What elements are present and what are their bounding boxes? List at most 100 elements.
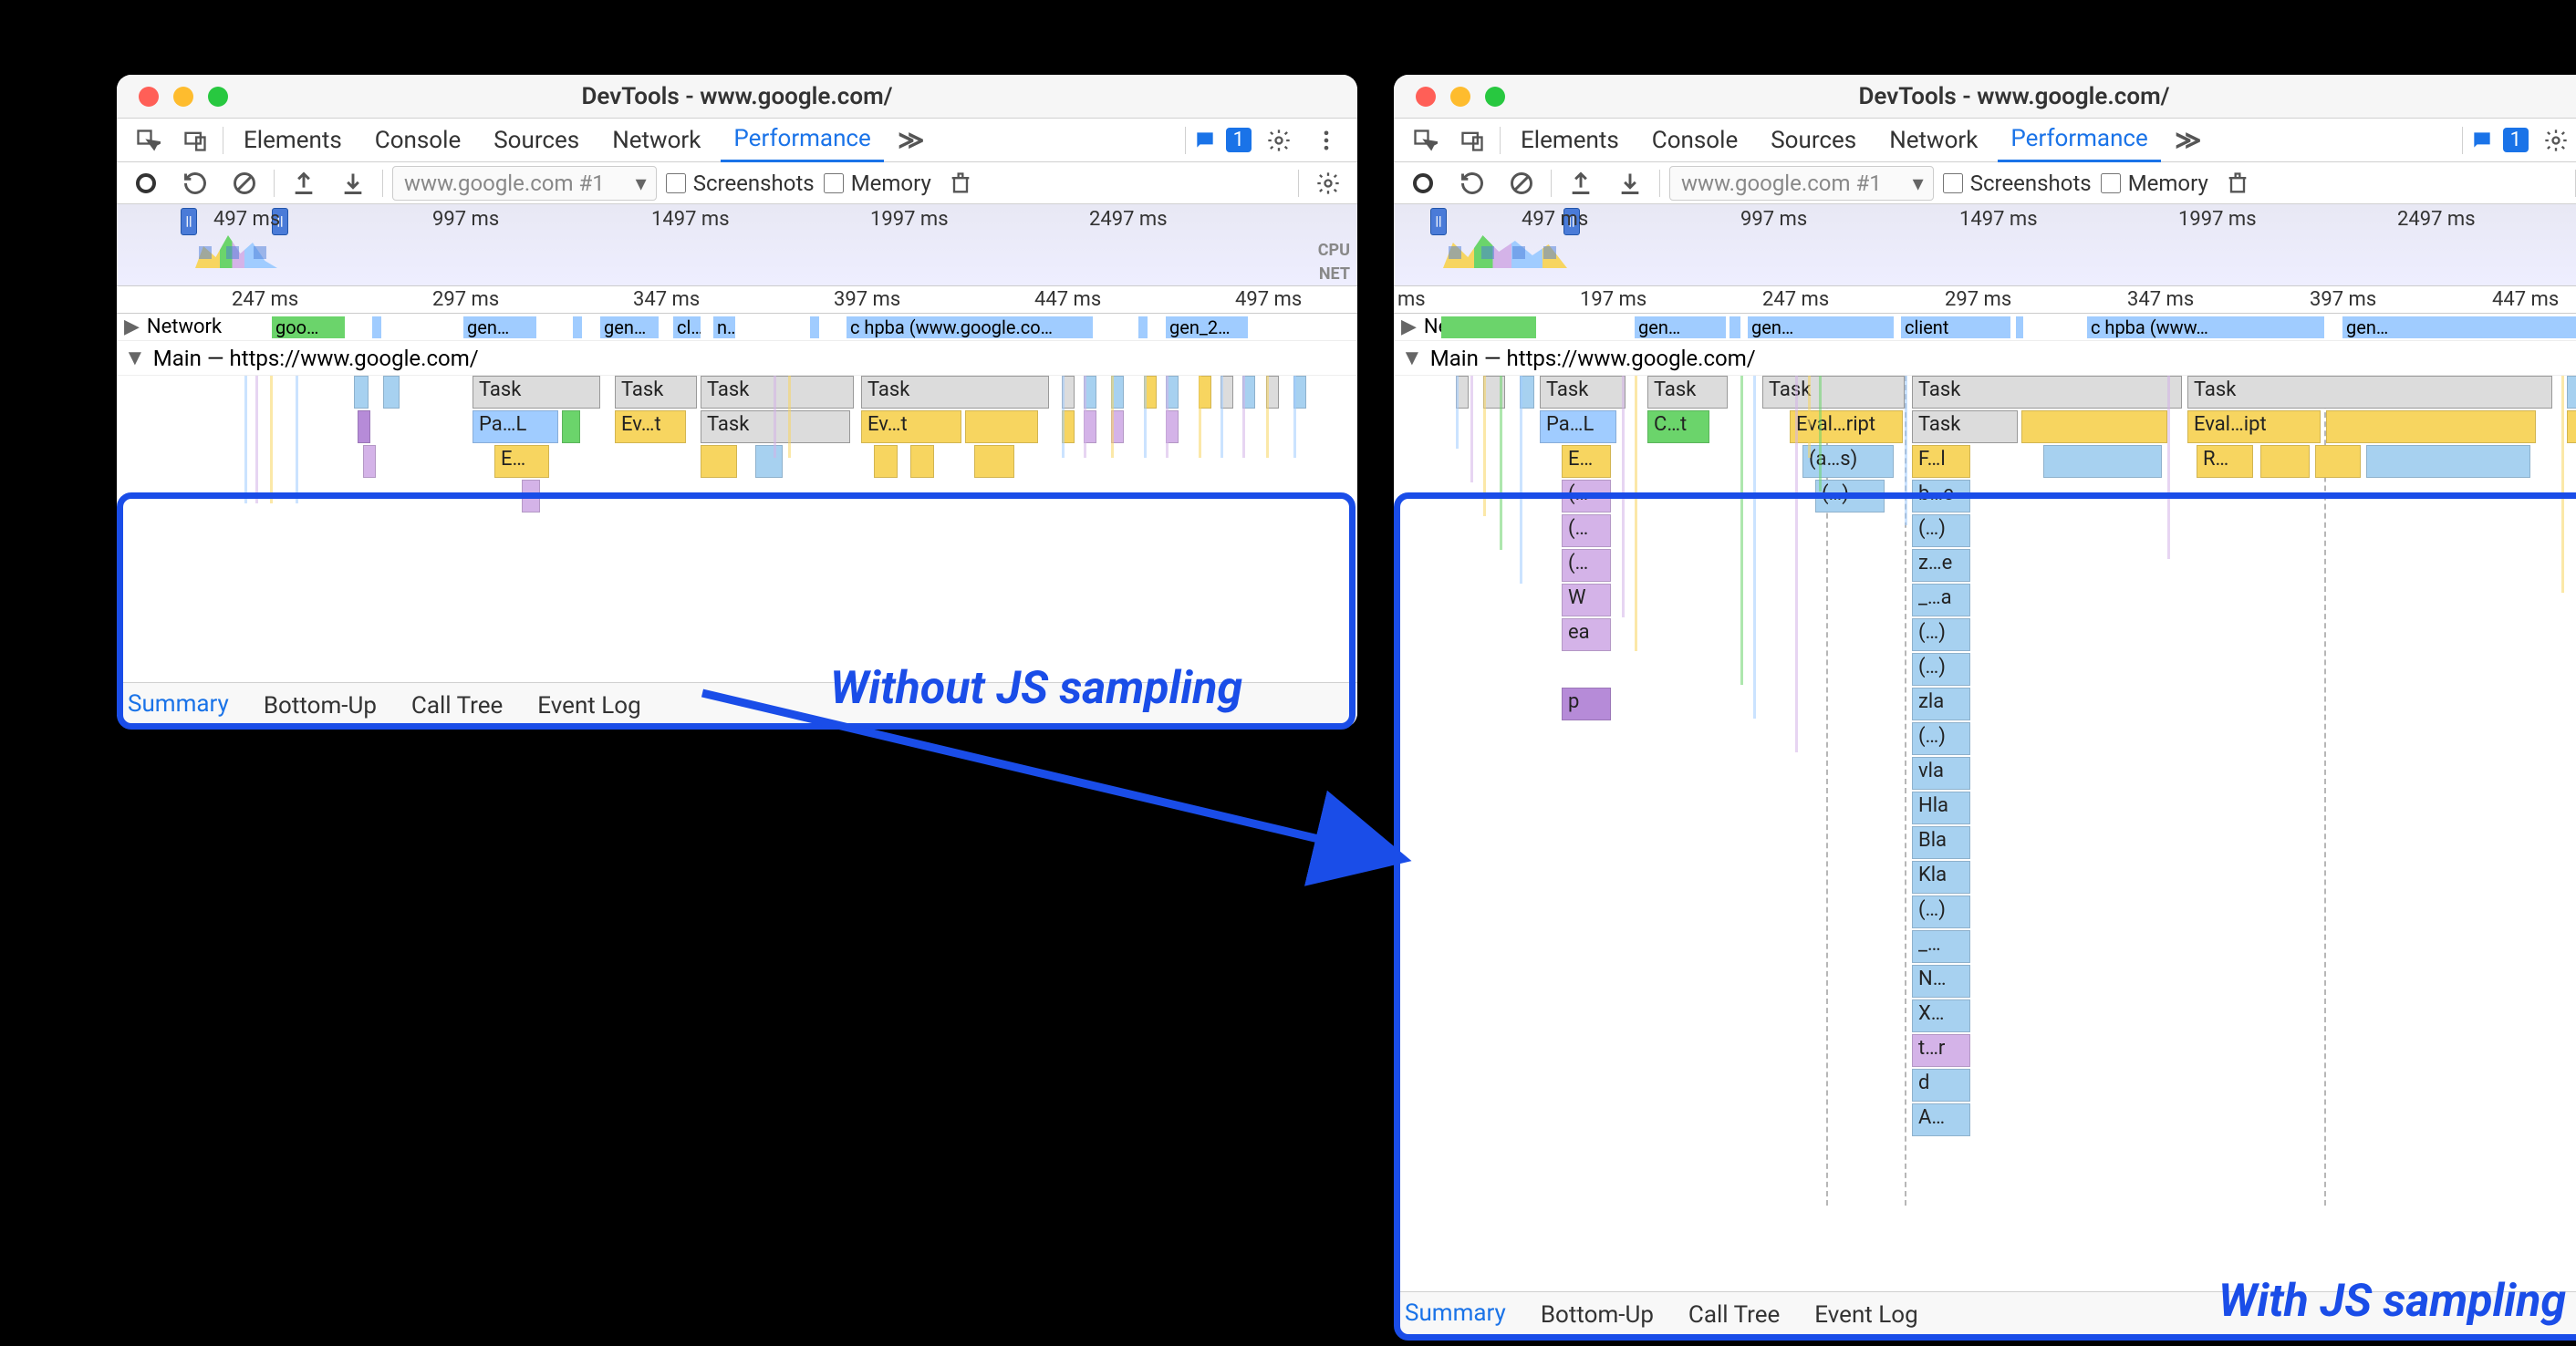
tab-summary[interactable]: Summary [1401,1292,1510,1337]
network-bar[interactable] [1729,316,1740,338]
inspect-icon[interactable] [128,120,168,160]
reload-icon[interactable] [1452,163,1492,203]
flame-cell[interactable]: Task [1912,410,2018,443]
flame-cell[interactable] [755,445,783,478]
clear-icon[interactable] [1501,163,1542,203]
flame-cell[interactable]: d [1912,1069,1970,1102]
upload-icon[interactable] [1561,163,1601,203]
network-bar[interactable] [810,316,819,338]
kebab-menu-icon[interactable] [1306,120,1346,160]
network-bar[interactable]: gen… [1748,316,1894,338]
collect-garbage-icon[interactable] [2218,163,2258,203]
network-bar[interactable]: c hpba (www… [2087,316,2324,338]
capture-settings-gear-icon[interactable] [1308,163,1348,203]
network-bar[interactable] [573,316,582,338]
download-icon[interactable] [1610,163,1650,203]
flame-cell[interactable]: Pa…L [473,410,558,443]
flame-cell[interactable]: Task [615,376,697,409]
screenshots-checkbox[interactable]: Screenshots [1943,171,2092,196]
tab-bottom-up[interactable]: Bottom-Up [1537,1294,1657,1336]
tab-summary[interactable]: Summary [124,683,233,728]
flame-cell[interactable] [701,445,737,478]
network-bar[interactable] [1441,316,1536,338]
tab-sources[interactable]: Sources [1758,119,1869,162]
network-bar[interactable] [1138,316,1148,338]
flame-cell[interactable]: Task [861,376,1049,409]
network-bar[interactable]: c hpba (www.google.co… [847,316,1093,338]
device-toggle-icon[interactable] [175,120,215,160]
flame-cell[interactable] [2043,445,2162,478]
inspect-icon[interactable] [1405,120,1445,160]
more-tabs-icon[interactable]: ≫ [891,120,931,160]
flame-cell[interactable]: t…r [1912,1034,1970,1067]
flame-cell[interactable]: vla [1912,757,1970,790]
flame-cell[interactable] [2021,410,2167,443]
flame-cell[interactable] [974,445,1014,478]
device-toggle-icon[interactable] [1452,120,1492,160]
flame-cell[interactable] [2315,445,2361,478]
tab-console[interactable]: Console [1639,119,1750,162]
more-tabs-icon[interactable]: ≫ [2168,120,2208,160]
tab-performance[interactable]: Performance [721,119,883,162]
network-bar[interactable] [372,316,381,338]
flame-chart[interactable]: TaskTaskTaskTaskTaskPa…LC…tEval…riptTask… [1394,376,2576,1249]
flame-cell[interactable] [383,376,400,409]
page-selector[interactable]: www.google.com #1 [1669,166,1934,201]
flame-cell[interactable]: Ev…t [861,410,961,443]
flame-cell[interactable]: Pa…L [1540,410,1616,443]
clear-icon[interactable] [224,163,265,203]
tab-network[interactable]: Network [599,119,713,162]
issues-button[interactable]: 1 [1193,128,1252,152]
main-thread-header[interactable]: ▼Main — https://www.google.com/ [1394,341,2576,376]
flame-cell[interactable]: E… [494,445,549,478]
flame-cell[interactable]: Task [473,376,600,409]
flame-cell[interactable]: (…) [1912,653,1970,686]
flame-cell[interactable]: Task [1762,376,1905,409]
tab-sources[interactable]: Sources [481,119,592,162]
network-bar[interactable]: client [1901,316,2010,338]
network-bar[interactable]: cl… [673,316,701,338]
overview-handle-left[interactable]: || [181,208,197,235]
timeline-overview[interactable]: || || 497 ms 997 ms 1497 ms 1997 ms 2497… [1394,204,2576,286]
tab-console[interactable]: Console [362,119,473,162]
flame-cell[interactable] [358,410,370,443]
flame-cell[interactable]: Eval…ipt [2187,410,2321,443]
flame-cell[interactable]: (… [1562,480,1611,513]
flame-cell[interactable]: (a…s) [1802,445,1894,478]
flame-cell[interactable]: (…) [1912,514,1970,547]
flame-cell[interactable]: Bla [1912,826,1970,859]
flame-cell[interactable]: A… [1912,1103,1970,1136]
flame-cell[interactable]: Task [1647,376,1728,409]
settings-gear-icon[interactable] [2536,120,2576,160]
flame-cell[interactable]: _…a [1912,584,1970,616]
network-bar[interactable] [2016,316,2023,338]
flame-cell[interactable] [2567,376,2576,409]
flame-cell[interactable]: _… [1912,930,1970,963]
network-bar[interactable]: gen… [463,316,536,338]
flame-cell[interactable]: ea [1562,618,1611,651]
flame-cell[interactable]: Eval…ript [1790,410,1903,443]
tab-call-tree[interactable]: Call Tree [1685,1294,1783,1336]
tab-elements[interactable]: Elements [231,119,355,162]
flame-cell[interactable]: (… [1562,549,1611,582]
flame-cell[interactable]: (…) [1912,896,1970,928]
flame-cell[interactable] [910,445,934,478]
flame-cell[interactable]: X… [1912,999,1970,1032]
network-bar[interactable]: goo… [272,316,345,338]
flame-cell[interactable] [2366,445,2530,478]
flame-cell[interactable]: Task [1912,376,2182,409]
page-selector[interactable]: www.google.com #1 [392,166,657,201]
network-bar[interactable]: gen… [2342,316,2576,338]
network-bar[interactable]: n… [713,316,735,338]
issues-button[interactable]: 1 [2470,128,2529,152]
tab-network[interactable]: Network [1876,119,1990,162]
download-icon[interactable] [333,163,373,203]
memory-checkbox[interactable]: Memory [2101,171,2208,196]
screenshots-checkbox[interactable]: Screenshots [666,171,815,196]
flame-cell[interactable]: Task [2187,376,2552,409]
settings-gear-icon[interactable] [1259,120,1299,160]
flame-cell[interactable]: zla [1912,688,1970,720]
flame-cell[interactable]: Task [1540,376,1626,409]
record-button[interactable] [1403,163,1443,203]
flame-cell[interactable]: W [1562,584,1611,616]
